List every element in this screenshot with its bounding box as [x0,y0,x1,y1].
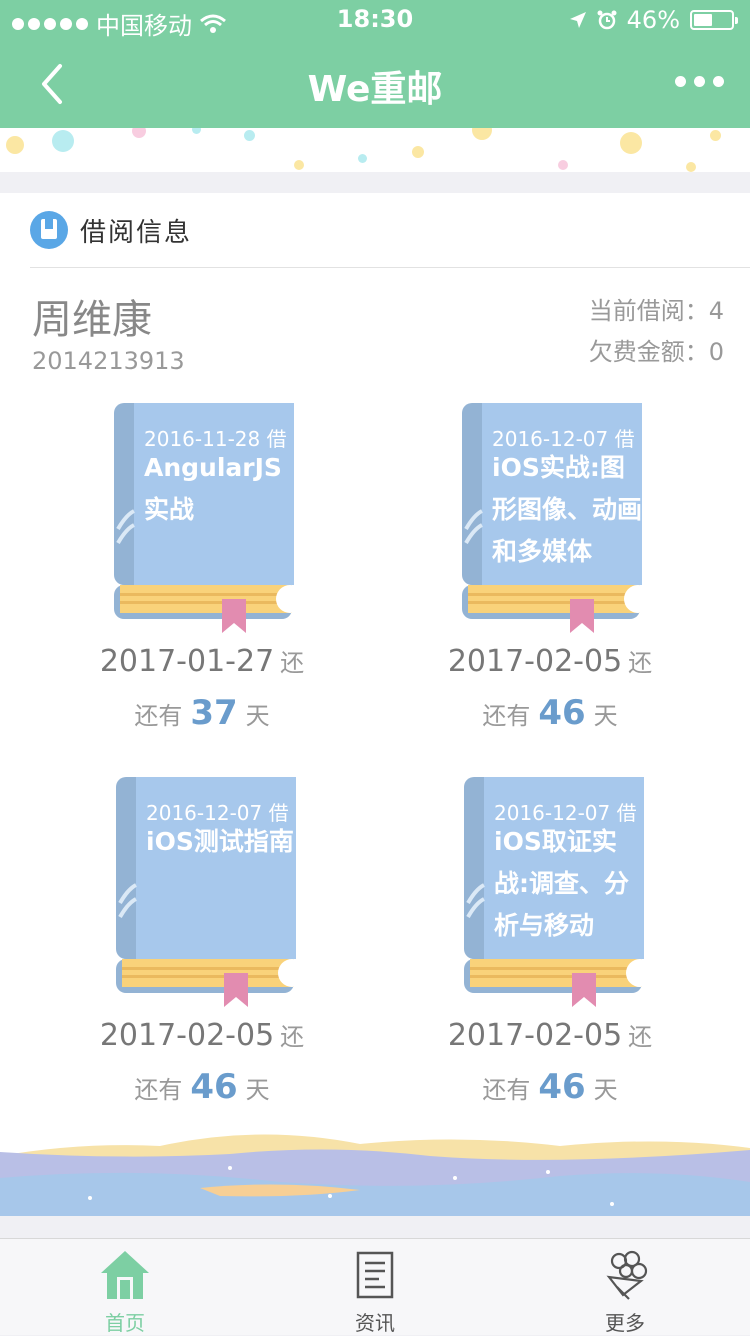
location-arrow-icon [569,12,586,28]
due-suffix: 还 [628,649,653,677]
due-date-row: 2017-01-27 还 [52,643,352,679]
current-borrow-count: 当前借阅：4 [588,297,724,325]
due-date-row: 2017-02-05 还 [400,1017,700,1053]
remaining-days: 46 [190,1067,238,1107]
remain-suffix: 天 [245,702,270,730]
remain-suffix: 天 [593,1076,618,1104]
battery-percent: 46% [626,6,680,34]
remaining-days: 37 [190,693,238,733]
book-title: iOS取证实战:调查、分析与移动 [494,827,629,940]
remaining-days: 46 [538,1067,586,1107]
remaining-days-row: 还有 46 天 [400,1067,700,1107]
document-icon [356,1251,394,1299]
remain-prefix: 还有 [482,1076,531,1104]
tab-more[interactable]: 更多 [500,1239,750,1335]
divider [30,267,750,268]
book-item[interactable]: 2016-11-28 借 AngularJS实战 2017-01-27 还 还有 3… [52,403,352,743]
remaining-days-row: 还有 46 天 [52,1067,352,1107]
due-date: 2017-02-05 [447,644,623,679]
remain-prefix: 还有 [134,1076,183,1104]
tab-news-label: 资讯 [355,1311,395,1335]
user-name: 周维康 [32,297,152,343]
alarm-icon [597,10,617,30]
confetti-decoration [0,128,750,172]
book-icon [30,211,68,249]
home-icon [101,1251,149,1299]
book-item[interactable]: 2016-12-07 借 iOS测试指南 2017-02-05 还 还有 46 天 [52,777,352,1117]
remain-prefix: 还有 [134,702,183,730]
remaining-days: 46 [538,693,586,733]
student-id: 2014213913 [32,347,185,375]
flower-bouquet-icon [606,1250,648,1300]
book-item[interactable]: 2016-12-07 借 iOS取证实战:调查、分析与移动 2017-02-05… [400,777,700,1117]
due-suffix: 还 [280,1023,305,1051]
remaining-days-row: 还有 46 天 [400,693,700,733]
book-title: iOS测试指南 [146,827,294,856]
due-suffix: 还 [280,649,305,677]
tab-bar: 首页 资讯 更多 [0,1238,750,1335]
page-title: We重邮 [307,69,443,110]
more-button[interactable] [675,76,724,87]
tab-news[interactable]: 资讯 [250,1239,500,1335]
tab-home-label: 首页 [105,1311,145,1335]
tab-home[interactable]: 首页 [0,1239,250,1335]
due-date: 2017-02-05 [447,1018,623,1053]
remain-suffix: 天 [593,702,618,730]
battery-icon [690,10,738,30]
borrow-info-card: 借阅信息 周维康 2014213913 当前借阅：4 欠费金额：0 2016-1… [0,193,750,1216]
book-title: AngularJS实战 [144,453,282,524]
remain-suffix: 天 [245,1076,270,1104]
section-header: 借阅信息 [30,211,192,249]
book-item[interactable]: 2016-12-07 借 iOS实战:图形图像、动画和多媒体 2017-02-0… [400,403,700,743]
remain-prefix: 还有 [482,702,531,730]
due-date-row: 2017-02-05 还 [52,1017,352,1053]
fee-amount: 欠费金额：0 [588,338,724,366]
due-suffix: 还 [628,1023,653,1051]
nav-bar: We重邮 [0,40,750,128]
section-title: 借阅信息 [80,217,193,248]
due-date-row: 2017-02-05 还 [400,643,700,679]
due-date: 2017-02-05 [99,1018,275,1053]
landscape-decoration [0,1134,750,1216]
tab-more-label: 更多 [605,1311,645,1335]
borrow-stats: 当前借阅：4 欠费金额：0 [589,291,724,373]
due-date: 2017-01-27 [99,644,275,679]
remaining-days-row: 还有 37 天 [52,693,352,733]
status-bar: 中国移动 18:30 46% [0,0,750,40]
book-title: iOS实战:图形图像、动画和多媒体 [492,453,642,566]
